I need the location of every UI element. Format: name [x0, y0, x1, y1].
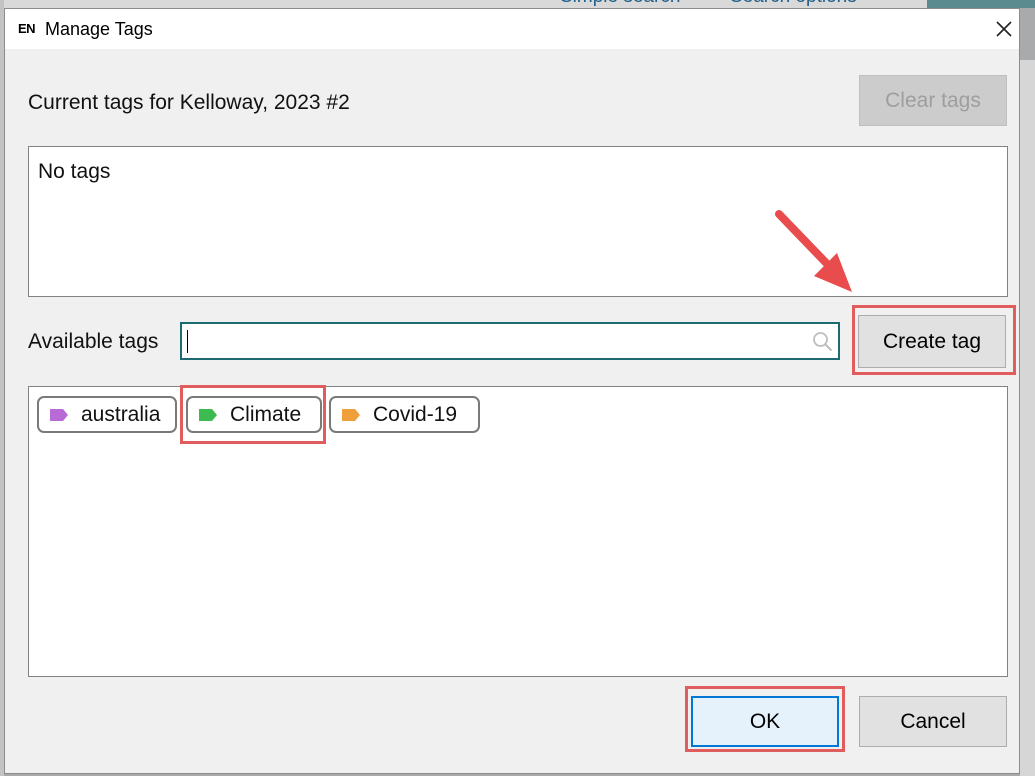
background-right-edge: [1020, 60, 1035, 776]
current-tags-list: No tags: [28, 146, 1008, 297]
manage-tags-dialog: EN Manage Tags Current tags for Kelloway…: [4, 8, 1020, 774]
create-tag-button[interactable]: Create tag: [858, 315, 1006, 368]
tag-icon-shape: [50, 409, 68, 421]
background-search-options-link: Search options: [730, 0, 857, 8]
tag-search-input[interactable]: [180, 322, 840, 360]
tag-chip-climate[interactable]: Climate: [186, 396, 322, 433]
background-search-button: [927, 0, 1035, 8]
ok-button[interactable]: OK: [691, 696, 839, 747]
tag-icon-shape: [342, 409, 360, 421]
tag-chip-label: australia: [81, 403, 161, 426]
title-bar: EN Manage Tags: [5, 9, 1019, 49]
tag-icon-shape: [199, 409, 217, 421]
clear-tags-button[interactable]: Clear tags: [859, 75, 1007, 126]
no-tags-text: No tags: [38, 160, 111, 183]
tag-icon: [199, 409, 217, 421]
tag-chip-label: Climate: [230, 403, 302, 426]
close-icon: [996, 21, 1012, 37]
close-button[interactable]: [990, 15, 1018, 43]
tag-chip-label: Covid-19: [373, 403, 458, 426]
background-app-strip: Simple search Search options: [0, 0, 1035, 8]
tag-icon: [342, 409, 360, 421]
text-caret: [187, 330, 188, 353]
available-tags-list: australia Climate Covid-19: [28, 386, 1008, 677]
tag-chip-australia[interactable]: australia: [37, 396, 177, 433]
available-tags-label: Available tags: [28, 330, 159, 353]
search-icon: [813, 332, 833, 352]
cancel-button[interactable]: Cancel: [859, 696, 1007, 747]
current-tags-label: Current tags for Kelloway, 2023 #2: [28, 91, 350, 114]
dialog-title: Manage Tags: [45, 19, 153, 39]
tag-icon: [50, 409, 68, 421]
background-simple-search-link: Simple search: [560, 0, 680, 8]
tag-chip-covid-19[interactable]: Covid-19: [329, 396, 480, 433]
app-badge: EN: [18, 21, 36, 36]
